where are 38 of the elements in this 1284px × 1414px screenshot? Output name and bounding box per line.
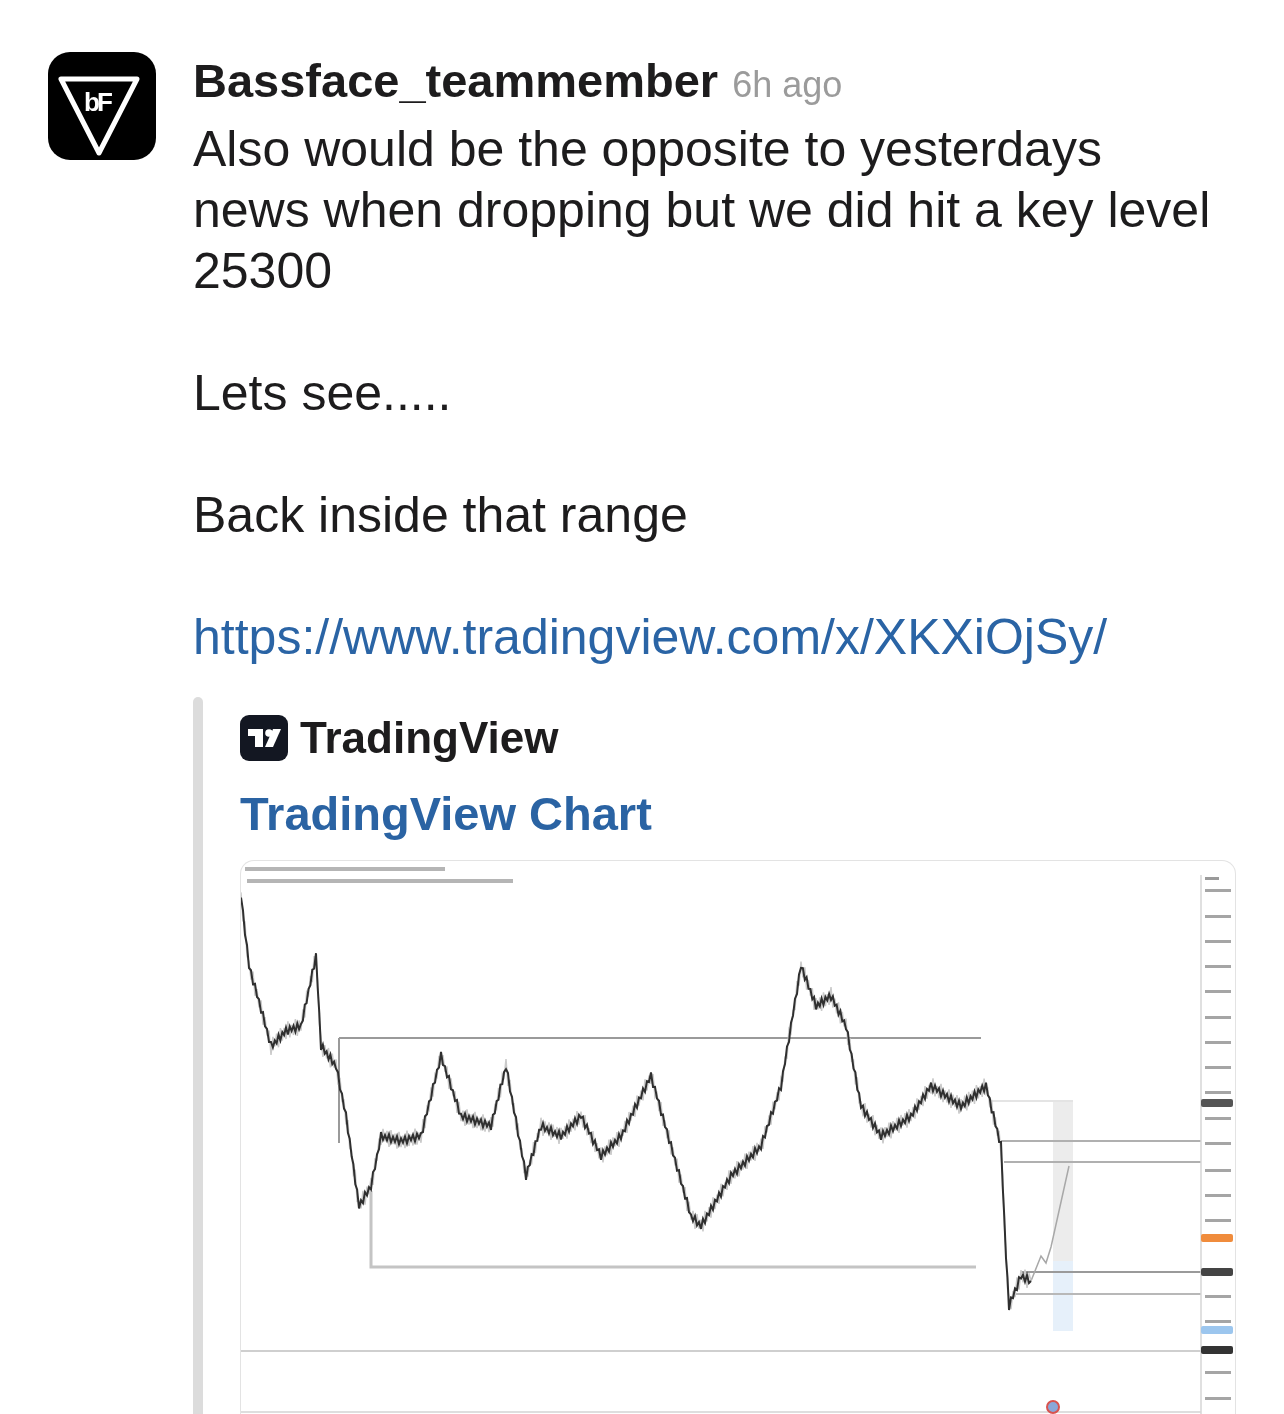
flag-icon bbox=[1046, 1400, 1060, 1414]
triangle-icon bbox=[58, 76, 140, 156]
price-label bbox=[1205, 1320, 1231, 1323]
price-label bbox=[1205, 1219, 1231, 1222]
message-text: Back inside that range bbox=[193, 486, 689, 545]
price-label bbox=[1205, 1295, 1231, 1298]
timestamp: 6h ago bbox=[732, 63, 843, 107]
price-tag bbox=[1201, 1326, 1233, 1334]
avatar[interactable]: bF bbox=[48, 52, 156, 160]
message-text: Lets see..... bbox=[193, 364, 453, 423]
price-label bbox=[1205, 1066, 1231, 1069]
price-label bbox=[1205, 990, 1231, 993]
price-label bbox=[1205, 1142, 1231, 1145]
price-label bbox=[1205, 889, 1231, 892]
price-label bbox=[1205, 965, 1231, 968]
price-tag bbox=[1201, 1234, 1233, 1242]
avatar-monogram: bF bbox=[84, 87, 110, 117]
tradingview-logo-icon bbox=[240, 715, 288, 761]
author-name[interactable]: Bassface_teammember bbox=[193, 52, 719, 110]
price-label bbox=[1205, 915, 1231, 918]
price-label bbox=[1205, 1397, 1231, 1400]
price-label bbox=[1205, 1091, 1231, 1094]
price-label bbox=[1205, 1041, 1231, 1044]
service-name: TradingView bbox=[300, 713, 559, 763]
price-label bbox=[1205, 1117, 1231, 1120]
price-label bbox=[1205, 1016, 1231, 1019]
message-link[interactable]: https://www.tradingview.com/x/XKXiOjSy/ bbox=[193, 607, 1108, 668]
price-label bbox=[1205, 1194, 1231, 1197]
chart-preview-image[interactable] bbox=[240, 860, 1236, 1414]
price-label bbox=[1205, 940, 1231, 943]
price-tag bbox=[1201, 1099, 1233, 1107]
price-tag bbox=[1201, 1268, 1233, 1276]
price-tag bbox=[1201, 1346, 1233, 1354]
message-text: Also would be the opposite to yesterdays news when dropping but we did hit a key level 25300 bbox=[193, 120, 1212, 301]
price-label bbox=[1205, 1371, 1231, 1374]
blurred-text bbox=[1205, 877, 1219, 880]
price-label bbox=[1205, 1169, 1231, 1172]
attachment-title[interactable]: TradingView Chart bbox=[240, 787, 652, 841]
